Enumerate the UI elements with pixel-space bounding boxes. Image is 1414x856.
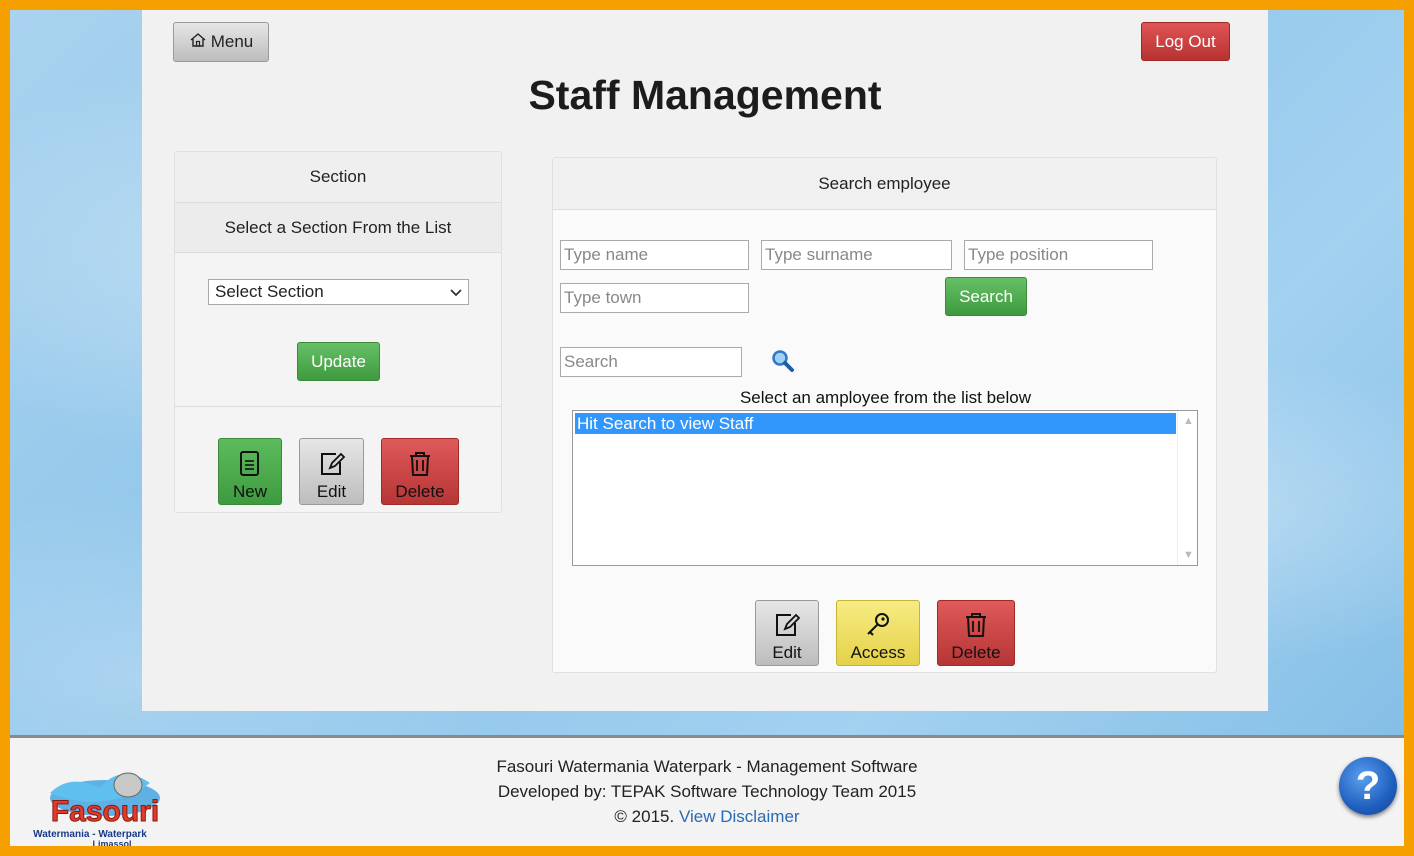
town-input[interactable]: Type town <box>560 283 749 313</box>
edit-employee-button[interactable]: Edit <box>755 600 819 666</box>
search-icon[interactable] <box>770 348 796 379</box>
section-subheading: Select a Section From the List <box>175 203 501 253</box>
document-icon <box>240 451 259 476</box>
menu-button[interactable]: Menu <box>173 22 269 62</box>
delete-label: Delete <box>395 482 445 501</box>
employee-list[interactable]: Hit Search to view Staff ▲ ▼ <box>572 410 1198 566</box>
svg-text:Limassol: Limassol <box>92 839 131 846</box>
search-button[interactable]: Search <box>945 277 1027 316</box>
update-button[interactable]: Update <box>297 342 380 381</box>
trash-icon <box>410 452 430 476</box>
logout-button[interactable]: Log Out <box>1141 22 1230 61</box>
new-label: New <box>232 482 267 501</box>
list-caption: Select an amployee from the list below <box>739 388 1032 407</box>
section-panel: Section Select a Section From the List S… <box>174 151 502 513</box>
search-panel: Search employee Type name Type surname T… <box>552 157 1217 673</box>
edit-section-button[interactable]: Edit <box>299 438 364 505</box>
section-select[interactable]: Select Section <box>208 279 469 305</box>
footer: Fasouri Watermania - Waterpark Limassol … <box>10 735 1404 846</box>
edit-icon <box>776 613 801 636</box>
page-frame: Menu Log Out Staff Management Section Se… <box>10 10 1404 846</box>
copyright-text: © 2015. <box>614 807 675 826</box>
content-panel: Menu Log Out Staff Management Section Se… <box>142 10 1268 711</box>
edit-label: Edit <box>316 482 347 501</box>
footer-text: Fasouri Watermania Waterpark - Managemen… <box>10 754 1404 829</box>
search-heading: Search employee <box>553 158 1216 210</box>
chevron-down-icon <box>450 282 462 302</box>
scroll-up-icon[interactable]: ▲ <box>1183 415 1194 427</box>
help-button[interactable]: ? <box>1339 757 1397 815</box>
delete-employee-button[interactable]: Delete <box>937 600 1015 666</box>
name-input[interactable]: Type name <box>560 240 749 270</box>
footer-line-1: Fasouri Watermania Waterpark - Managemen… <box>496 757 918 776</box>
menu-label: Menu <box>210 32 254 51</box>
delete-label: Delete <box>951 643 1001 662</box>
list-scrollbar[interactable]: ▲ ▼ <box>1177 411 1197 565</box>
filter-input[interactable]: Search <box>560 347 742 377</box>
delete-section-button[interactable]: Delete <box>381 438 459 505</box>
position-input[interactable]: Type position <box>964 240 1153 270</box>
home-icon <box>189 31 207 54</box>
section-heading: Section <box>175 152 501 203</box>
list-item[interactable]: Hit Search to view Staff <box>575 413 1176 434</box>
edit-icon <box>320 452 345 475</box>
section-body: Select Section Update <box>175 253 501 407</box>
trash-icon <box>966 613 986 637</box>
surname-input[interactable]: Type surname <box>761 240 952 270</box>
access-button[interactable]: Access <box>836 600 920 666</box>
footer-line-2: Developed by: TEPAK Software Technology … <box>497 782 917 801</box>
key-icon <box>867 613 889 636</box>
scroll-down-icon[interactable]: ▼ <box>1183 549 1194 561</box>
new-section-button[interactable]: New <box>218 438 282 505</box>
edit-label: Edit <box>772 643 802 662</box>
section-select-value: Select Section <box>215 282 324 301</box>
disclaimer-link[interactable]: View Disclaimer <box>679 807 800 826</box>
footer-line-3: © 2015. View Disclaimer <box>10 804 1404 829</box>
access-label: Access <box>850 643 906 662</box>
page-title: Staff Management <box>528 72 882 118</box>
